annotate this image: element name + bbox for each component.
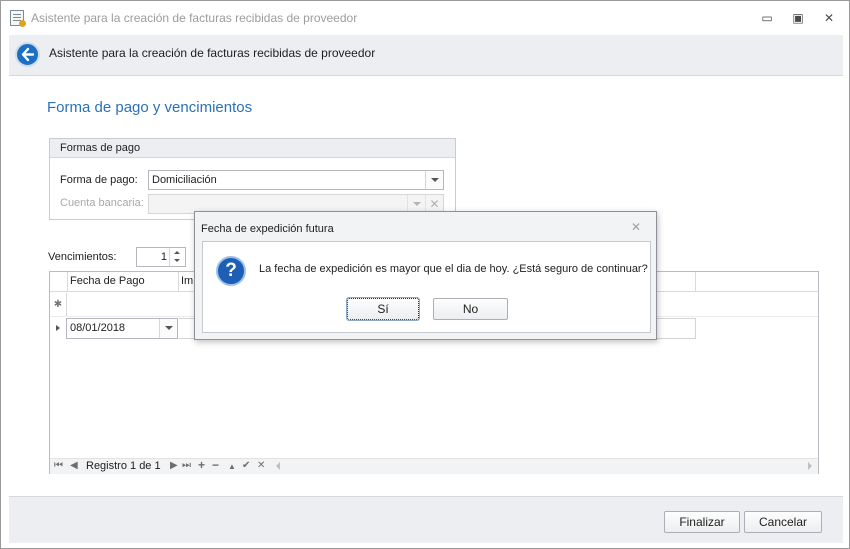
grid-navigator: ⏮ ◀ Registro 1 de 1 ▶ ⏭ + − ▲ ✔ ✕ [50, 458, 818, 474]
last-record-icon[interactable]: ⏭ [182, 460, 191, 471]
scroll-left-icon[interactable] [276, 462, 280, 470]
installments-value: 1 [160, 251, 167, 263]
group-title: Formas de pago [60, 142, 141, 154]
wizard-footer: Finalizar Cancelar [9, 496, 843, 543]
payment-method-value: Domiciliación [152, 174, 217, 186]
first-record-icon[interactable]: ⏮ [54, 460, 63, 471]
save-check-icon[interactable]: ✔ [242, 460, 250, 471]
payment-date-value: 08/01/2018 [70, 322, 126, 334]
wizard-header: Asistente para la creación de facturas r… [9, 35, 843, 76]
edit-icon[interactable]: ▲ [228, 462, 236, 471]
invoice-app-icon [10, 10, 26, 27]
question-icon: ? [216, 256, 246, 286]
dialog-body: ? La fecha de expedición es mayor que el… [202, 241, 651, 333]
payment-date-editor[interactable]: 08/01/2018 [66, 318, 178, 339]
no-button[interactable]: No [433, 298, 508, 320]
installments-stepper[interactable]: 1 [136, 247, 186, 267]
dialog-title: Fecha de expedición futura [201, 223, 334, 235]
cancel-button[interactable]: Cancelar [744, 511, 822, 533]
dialog-message: La fecha de expedición es mayor que el d… [259, 263, 648, 275]
payment-method-select[interactable]: Domiciliación [148, 170, 444, 190]
app-window: Asistente para la creación de facturas r… [0, 0, 850, 549]
payment-methods-group: Formas de pago Forma de pago: Domiciliac… [49, 138, 456, 220]
stepper-arrows-icon[interactable] [169, 248, 185, 266]
title-bar[interactable]: Asistente para la creación de facturas r… [1, 1, 849, 35]
cancel-edit-icon[interactable]: ✕ [257, 460, 265, 471]
finish-button[interactable]: Finalizar [664, 511, 740, 533]
row-pointer-icon [50, 318, 67, 339]
delete-icon[interactable]: − [212, 458, 219, 472]
confirm-dialog: Fecha de expedición futura ✕ ? La fecha … [194, 211, 657, 340]
installments-label: Vencimientos: [48, 251, 117, 263]
prev-record-icon[interactable]: ◀ [70, 460, 78, 471]
column-header-importe[interactable]: Im [181, 275, 193, 287]
bank-account-label: Cuenta bancaria: [60, 197, 144, 209]
restore-button[interactable]: ▣ [788, 9, 808, 27]
group-header: Formas de pago [50, 139, 455, 158]
record-counter: Registro 1 de 1 [86, 460, 161, 472]
back-arrow-icon[interactable] [15, 42, 40, 67]
column-header-fecha-pago[interactable]: Fecha de Pago [70, 275, 145, 287]
column-separator [67, 272, 68, 292]
minimize-button[interactable]: ▭ [757, 9, 777, 27]
add-icon[interactable]: + [198, 458, 205, 472]
close-icon[interactable]: ✕ [629, 220, 643, 234]
column-separator [178, 272, 179, 292]
column-separator [695, 272, 696, 292]
scroll-right-icon[interactable] [808, 462, 812, 470]
chevron-down-icon[interactable] [159, 319, 177, 338]
new-row-asterisk-icon[interactable]: ✱ [50, 293, 67, 316]
wizard-title: Asistente para la creación de facturas r… [49, 46, 376, 60]
section-title: Forma de pago y vencimientos [47, 99, 253, 116]
yes-button[interactable]: Sí [346, 297, 420, 321]
close-window-button[interactable]: ✕ [819, 9, 839, 27]
payment-method-label: Forma de pago: [60, 174, 138, 186]
chevron-down-icon[interactable] [425, 171, 443, 189]
window-title: Asistente para la creación de facturas r… [31, 11, 358, 25]
next-record-icon[interactable]: ▶ [170, 460, 178, 471]
